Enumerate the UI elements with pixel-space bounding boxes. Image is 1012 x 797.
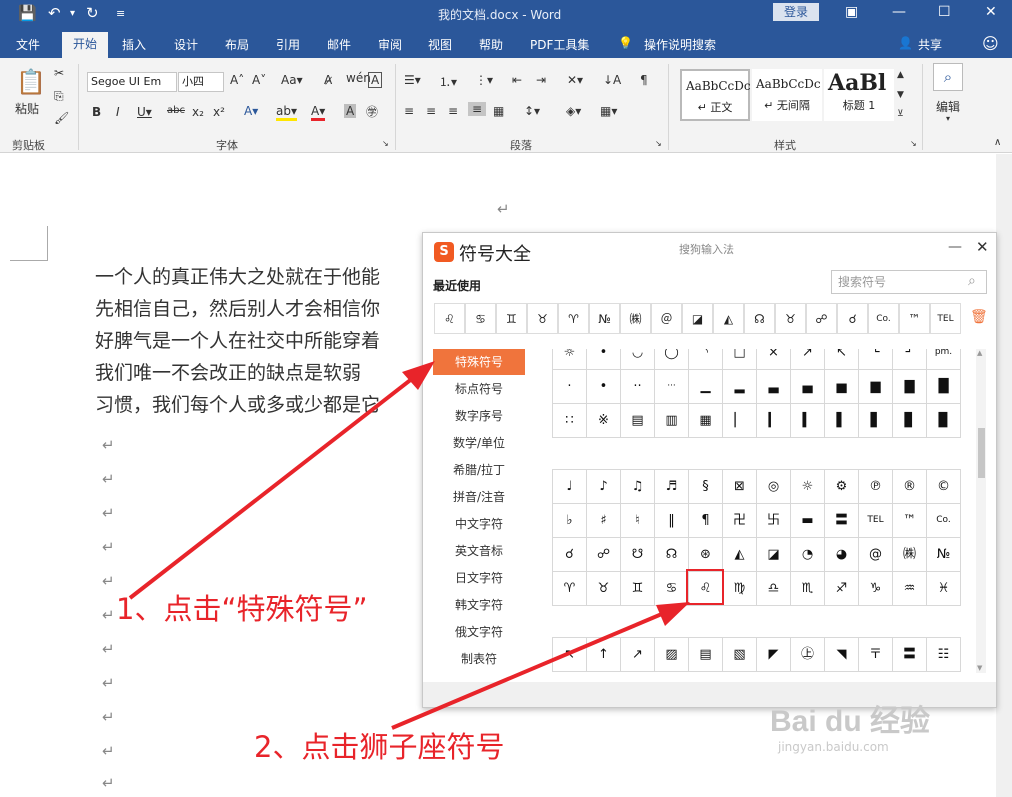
baidu-watermark: Bai du 经验 jingyan.baidu.com (770, 696, 930, 754)
arrow-to-special-category (128, 361, 435, 600)
watermark-brand: Bai du 经验 (770, 705, 931, 738)
arrow-2-shaft (391, 606, 677, 730)
arrow-1-head (402, 361, 435, 390)
leo-highlight-box (686, 569, 724, 605)
arrow-to-leo-symbol (391, 602, 690, 730)
step-1-annotation: 1、点击“特殊符号” (116, 592, 368, 626)
arrow-2-head (656, 602, 690, 626)
step-2-annotation: 2、点击狮子座符号 (254, 730, 505, 764)
annotation-arrows (128, 361, 724, 730)
watermark-url: jingyan.baidu.com (778, 740, 889, 754)
arrow-1-shaft (128, 369, 424, 600)
